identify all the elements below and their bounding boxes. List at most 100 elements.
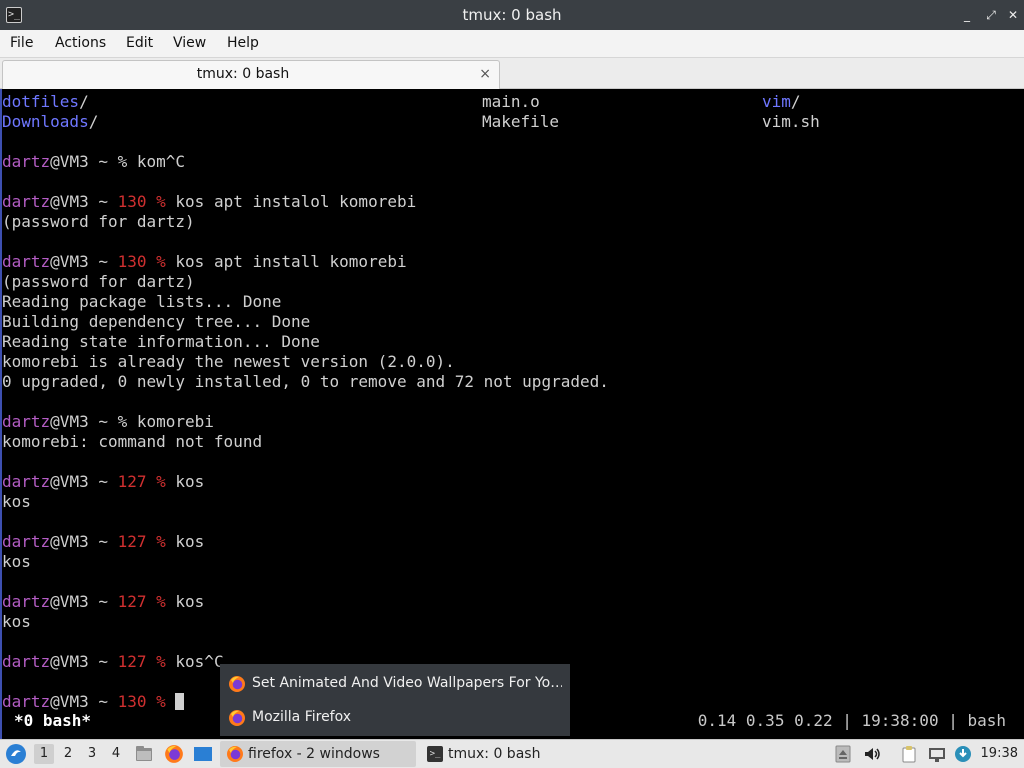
firefox-icon [227, 746, 243, 762]
prompt-symbol: % [117, 412, 137, 431]
prompt-line: dartz@VM3 ~ 127 % kos [2, 532, 204, 552]
output-line: komorebi: command not found [2, 432, 263, 451]
maximize-button[interactable]: ⤢ [982, 6, 1000, 24]
prompt-exit-code: 130 [117, 252, 157, 271]
popup-item-label: Mozilla Firefox [252, 709, 352, 725]
prompt-exit-code: 127 [117, 472, 157, 491]
prompt-host: @VM3 ~ [50, 652, 118, 671]
prompt-line: dartz@VM3 ~ % komorebi [2, 412, 214, 432]
popup-item-firefox-window-1[interactable]: Set Animated And Video Wallpapers For Yo… [220, 667, 570, 699]
window-title: tmux: 0 bash [462, 6, 562, 24]
tmux-window-list: *0 bash* [14, 711, 92, 730]
clock[interactable]: 19:38 [981, 740, 1018, 768]
prompt-exit-code: 130 [117, 192, 157, 211]
prompt-host: @VM3 ~ [50, 532, 118, 551]
prompt-line: dartz@VM3 ~ 130 % kos apt install komore… [2, 252, 407, 272]
tmux-status-right: 0.14 0.35 0.22 | 19:38:00 | bash [697, 711, 1006, 730]
start-menu-icon[interactable] [5, 743, 27, 765]
prompt-line: dartz@VM3 ~ 127 % kos [2, 592, 204, 612]
prompt-host: @VM3 ~ [50, 192, 118, 211]
file-name: main.o [482, 92, 540, 111]
listing-entry: main.o [482, 92, 540, 112]
prompt-exit-code: 127 [117, 652, 157, 671]
prompt-symbol: % [156, 532, 176, 551]
prompt-command: kos [175, 472, 205, 491]
prompt-user: dartz [2, 652, 51, 671]
prompt-line: dartz@VM3 ~ 130 % kos apt instalol komor… [2, 192, 416, 212]
tab-close-icon[interactable]: × [479, 61, 491, 87]
prompt-symbol: % [156, 192, 176, 211]
show-desktop-icon[interactable] [193, 745, 213, 763]
network-icon[interactable] [928, 745, 946, 763]
prompt-user: dartz [2, 532, 51, 551]
directory-name: dotfiles [2, 92, 80, 111]
prompt-host: @VM3 ~ [50, 152, 118, 171]
workspace-3[interactable]: 3 [82, 744, 102, 764]
listing-entry: vim/ [762, 92, 801, 112]
file-name: Makefile [482, 112, 560, 131]
listing-entry: vim.sh [762, 112, 820, 132]
output-line: Reading state information... Done [2, 332, 320, 351]
menu-actions[interactable]: Actions [55, 30, 106, 56]
menu-file[interactable]: File [10, 30, 33, 56]
tab-tmux[interactable]: tmux: 0 bash × [2, 60, 500, 89]
prompt-command: kom^C [136, 152, 186, 171]
taskbar-window-popup: Set Animated And Video Wallpapers For Yo… [220, 664, 570, 736]
prompt-host: @VM3 ~ [50, 692, 118, 711]
prompt-symbol: % [156, 472, 176, 491]
file-name: vim.sh [762, 112, 820, 131]
prompt-user: dartz [2, 692, 51, 711]
directory-name: vim [762, 92, 791, 111]
prompt-command: komorebi [136, 412, 214, 431]
clipboard-icon[interactable] [900, 745, 918, 763]
output-line: kos [2, 552, 31, 571]
path-slash: / [88, 112, 99, 131]
window-titlebar[interactable]: >_ tmux: 0 bash _ ⤢ ✕ [0, 0, 1024, 30]
taskbar: 1 2 3 4 firefox - 2 windows >_ tmux: 0 b… [0, 739, 1024, 768]
prompt-exit-code: 130 [117, 692, 157, 711]
prompt-command: kos [175, 592, 205, 611]
firefox-icon [229, 676, 245, 692]
task-label: tmux: 0 bash [448, 746, 541, 762]
menu-edit[interactable]: Edit [126, 30, 153, 56]
update-notifier-icon[interactable] [954, 745, 972, 763]
tab-label: tmux: 0 bash [196, 66, 290, 82]
output-line: Reading package lists... Done [2, 292, 282, 311]
menu-bar: File Actions Edit View Help [0, 30, 1024, 58]
output-line: (password for dartz) [2, 272, 195, 291]
prompt-symbol: % [156, 692, 176, 711]
workspace-2[interactable]: 2 [58, 744, 78, 764]
prompt-symbol: % [117, 152, 137, 171]
prompt-line: dartz@VM3 ~ % kom^C [2, 152, 185, 172]
path-slash: / [79, 92, 89, 111]
prompt-user: dartz [2, 192, 51, 211]
prompt-line: dartz@VM3 ~ 127 % kos^C [2, 652, 224, 672]
prompt-command: kos^C [175, 652, 224, 671]
firefox-launcher-icon[interactable] [164, 744, 184, 764]
output-line: komorebi is already the newest version (… [2, 352, 455, 371]
prompt-host: @VM3 ~ [50, 412, 118, 431]
prompt-host: @VM3 ~ [50, 252, 118, 271]
menu-help[interactable]: Help [227, 30, 259, 56]
prompt-symbol: % [156, 592, 176, 611]
menu-view[interactable]: View [173, 30, 206, 56]
prompt-command: kos apt instalol komorebi [175, 192, 417, 211]
popup-item-firefox-window-2[interactable]: Mozilla Firefox [220, 701, 570, 733]
firefox-icon [229, 710, 245, 726]
volume-icon[interactable] [863, 745, 881, 763]
prompt-line: dartz@VM3 ~ 127 % kos [2, 472, 204, 492]
listing-entry: Makefile [482, 112, 559, 132]
terminal-area[interactable]: dotfiles/main.o vim/Downloads/Makefile vim… [0, 89, 1024, 739]
close-button[interactable]: ✕ [1004, 6, 1022, 24]
cursor [175, 693, 185, 710]
prompt-user: dartz [2, 412, 51, 431]
removable-media-icon[interactable] [834, 745, 852, 763]
workspace-4[interactable]: 4 [106, 744, 126, 764]
file-manager-icon[interactable] [134, 744, 154, 764]
task-tmux[interactable]: >_ tmux: 0 bash [420, 741, 616, 767]
minimize-button[interactable]: _ [958, 6, 976, 24]
workspace-1[interactable]: 1 [34, 744, 54, 764]
terminal-icon: >_ [427, 746, 443, 762]
task-firefox[interactable]: firefox - 2 windows [220, 741, 416, 767]
prompt-host: @VM3 ~ [50, 592, 118, 611]
